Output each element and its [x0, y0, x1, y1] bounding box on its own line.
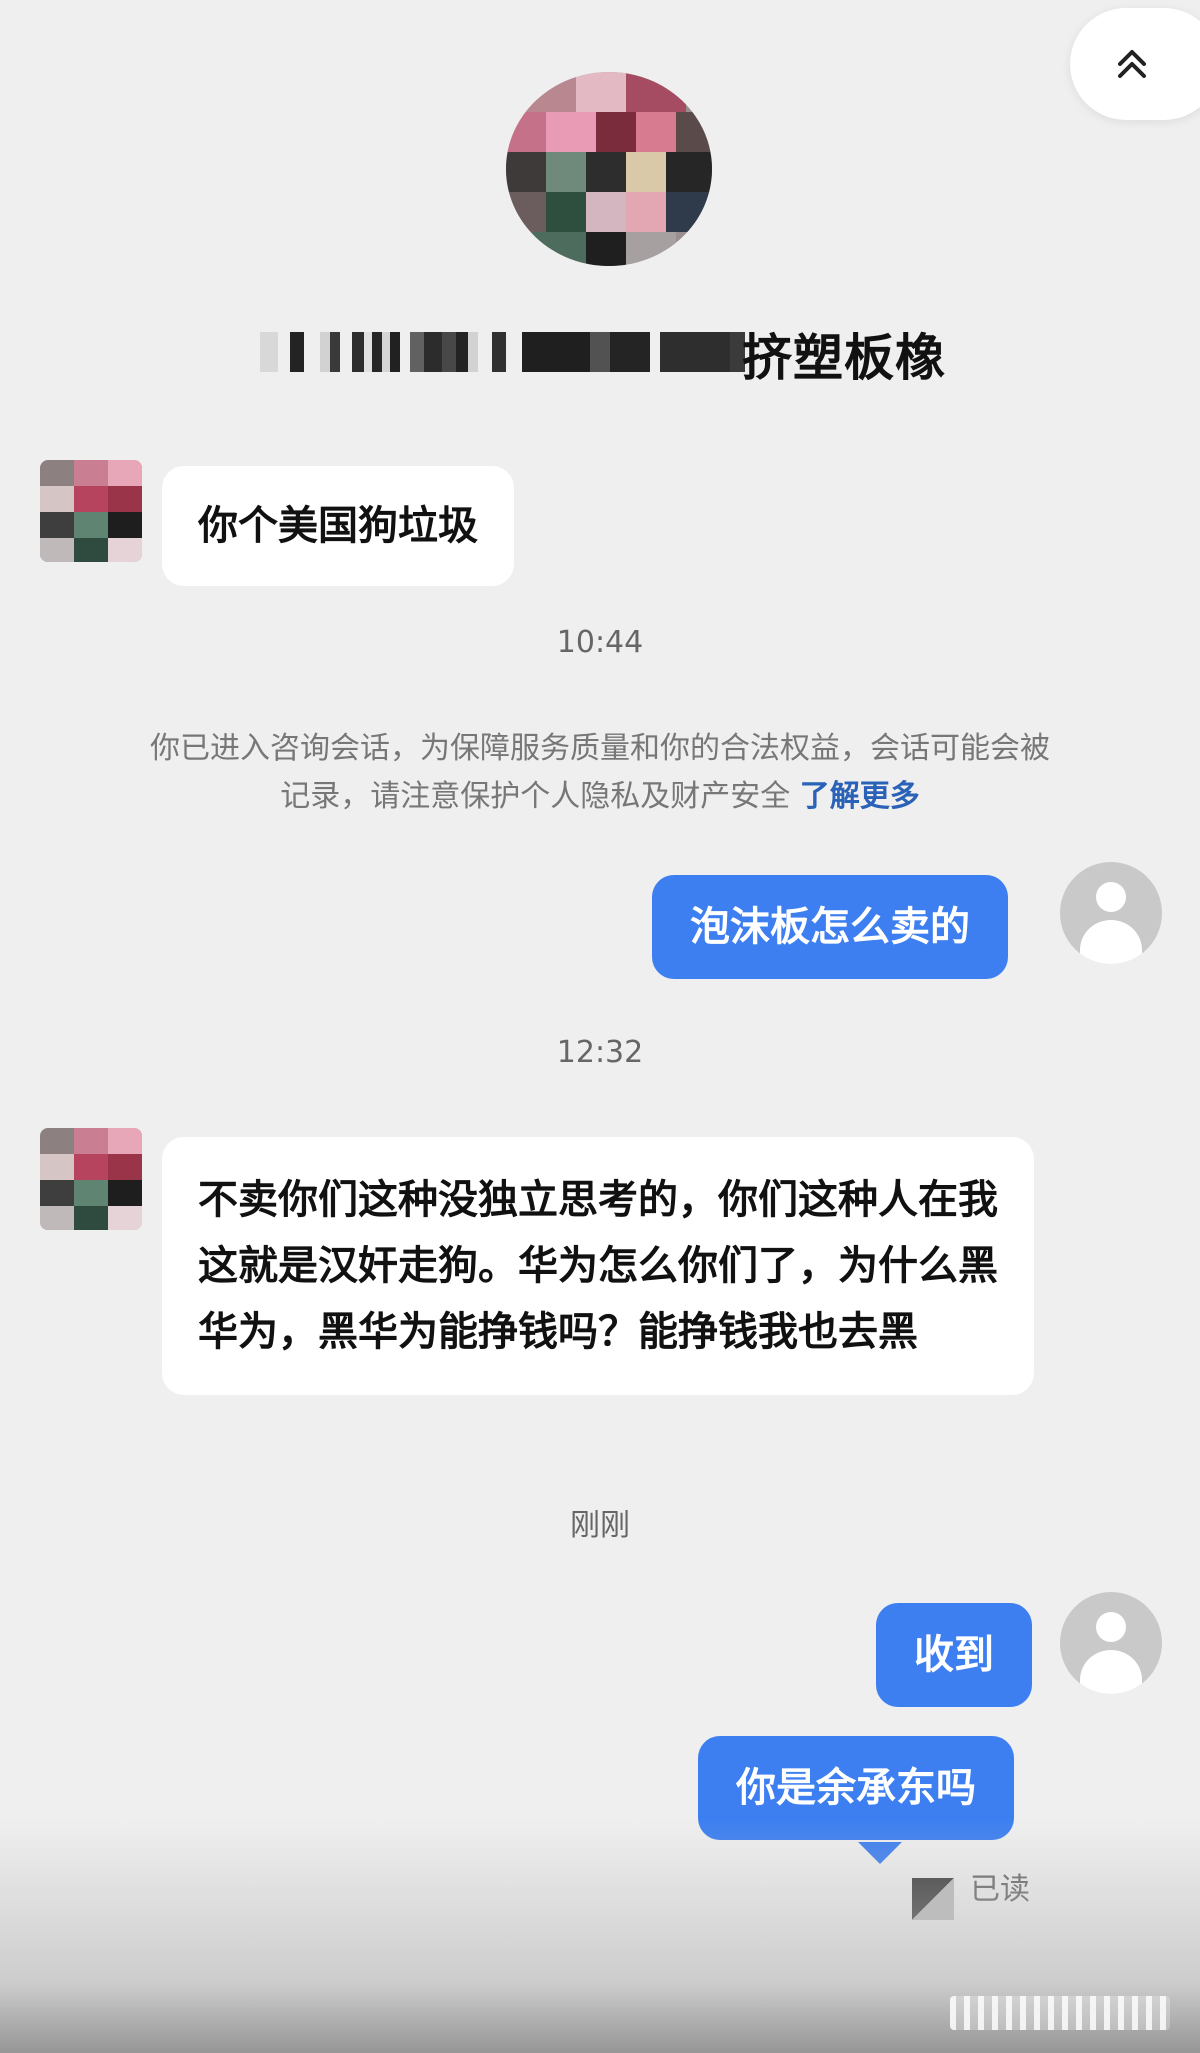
shop-name-visible: 挤塑板橡	[742, 329, 946, 387]
collapse-button[interactable]	[1070, 8, 1200, 120]
default-user-icon	[1096, 882, 1126, 912]
default-user-icon	[1096, 1612, 1126, 1642]
message-bubble-outgoing[interactable]: 你是余承东吗	[698, 1736, 1014, 1840]
shop-avatar[interactable]	[506, 72, 712, 266]
message-bubble-outgoing[interactable]: 泡沫板怎么卖的	[652, 875, 1008, 979]
chat-screen: 挤塑板橡 你个美国狗垃圾 10:44 你已进入咨询会话，为保障服务质量和你的合法…	[0, 0, 1200, 2053]
default-user-icon-body	[1080, 1650, 1142, 1694]
timestamp: 12:32	[556, 1035, 644, 1070]
seller-avatar[interactable]	[40, 460, 142, 562]
chevron-double-up-icon	[1118, 50, 1146, 78]
bubble-tail	[858, 1842, 902, 1864]
read-status-icon	[912, 1878, 954, 1920]
read-status-label: 已读	[970, 1872, 1030, 1907]
message-bubble-incoming[interactable]: 不卖你们这种没独立思考的，你们这种人在我这就是汉奸走狗。华为怎么你们了，为什么黑…	[162, 1137, 1034, 1395]
watermark	[950, 1996, 1170, 2030]
timestamp: 刚刚	[570, 1508, 630, 1543]
learn-more-link[interactable]: 了解更多	[800, 779, 920, 814]
timestamp: 10:44	[556, 625, 644, 660]
user-avatar[interactable]	[1060, 862, 1162, 964]
message-bubble-outgoing[interactable]: 收到	[876, 1603, 1032, 1707]
shop-name-redacted	[260, 332, 745, 372]
system-notice: 你已进入咨询会话，为保障服务质量和你的合法权益，会话可能会被记录，请注意保护个人…	[140, 725, 1060, 821]
message-bubble-incoming[interactable]: 你个美国狗垃圾	[162, 466, 514, 586]
user-avatar[interactable]	[1060, 1592, 1162, 1694]
default-user-icon-body	[1080, 920, 1142, 964]
seller-avatar[interactable]	[40, 1128, 142, 1230]
shop-name: 挤塑板橡	[260, 310, 980, 390]
